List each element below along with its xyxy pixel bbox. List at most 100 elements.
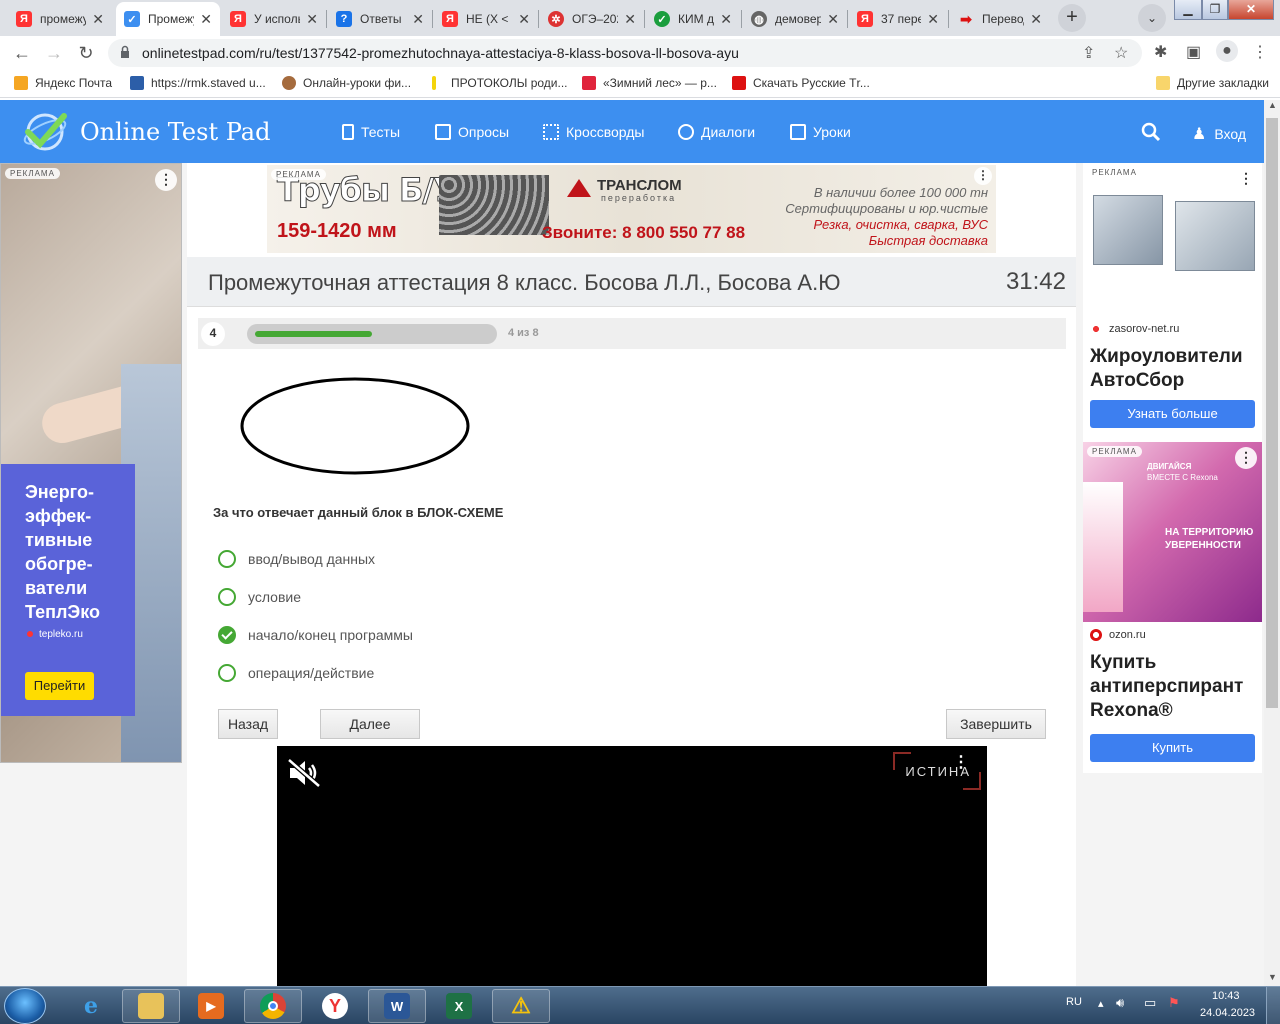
mute-icon[interactable] bbox=[287, 758, 321, 788]
ad-title[interactable]: Жироуловители АвтоСбор bbox=[1090, 345, 1260, 393]
ad-menu-icon[interactable]: ⋮ bbox=[155, 169, 177, 191]
next-button[interactable]: Далее bbox=[320, 709, 420, 739]
new-tab-button[interactable]: + bbox=[1058, 4, 1086, 32]
top-banner-ad[interactable]: Трубы Б/У ТРАНСЛОМ переработка 159-1420 … bbox=[267, 165, 996, 253]
close-icon[interactable]: ✕ bbox=[92, 11, 104, 28]
ad-go-button[interactable]: Перейти bbox=[25, 672, 94, 700]
tab-5[interactable]: Я НЕ (Х < ✕ bbox=[434, 2, 538, 36]
taskbar-warning[interactable]: ⚠ bbox=[492, 989, 550, 1023]
scroll-up-icon[interactable]: ▲ bbox=[1268, 100, 1277, 110]
close-icon[interactable]: ✕ bbox=[412, 11, 424, 28]
close-icon[interactable]: ✕ bbox=[306, 11, 318, 28]
nav-polls[interactable]: Опросы bbox=[435, 124, 509, 140]
buy-button[interactable]: Купить bbox=[1090, 734, 1255, 762]
bookmark-6[interactable]: Скачать Русские Тr... bbox=[732, 76, 870, 90]
clock-date[interactable]: 24.04.2023 bbox=[1200, 1007, 1255, 1019]
rexona-ad-image[interactable]: ДВИГАЙСЯ ВМЕСТЕ С Rexona НА ТЕРРИТОРИЮ У… bbox=[1083, 442, 1262, 622]
back-button[interactable]: Назад bbox=[218, 709, 278, 739]
video-menu-icon[interactable]: ⋮ bbox=[953, 752, 969, 772]
taskbar-chrome[interactable] bbox=[244, 989, 302, 1023]
site-logo-text[interactable]: Online Test Pad bbox=[80, 118, 270, 146]
finish-button[interactable]: Завершить bbox=[946, 709, 1046, 739]
extensions-icon[interactable]: ✱ bbox=[1154, 42, 1167, 62]
tab-7[interactable]: ✓ КИМ для✕ bbox=[646, 2, 740, 36]
tab-search-button[interactable]: ⌄ bbox=[1138, 4, 1166, 32]
close-icon[interactable]: ✕ bbox=[927, 11, 939, 28]
forward-arrow-icon[interactable]: → bbox=[42, 42, 66, 66]
search-icon[interactable] bbox=[1141, 122, 1161, 142]
taskbar-media[interactable]: ▶ bbox=[182, 989, 240, 1023]
ad-menu-icon[interactable]: ⋮ bbox=[974, 167, 992, 185]
tab-1[interactable]: Я промежуточная✕ bbox=[8, 2, 112, 36]
answer-option-2[interactable]: условие bbox=[218, 588, 301, 606]
minimize-button[interactable]: ▁ bbox=[1174, 0, 1202, 20]
bookmark-5[interactable]: «Зимний лес» — р... bbox=[582, 76, 717, 90]
taskbar-word[interactable]: W bbox=[368, 989, 426, 1023]
other-bookmarks[interactable]: Другие закладки bbox=[1156, 76, 1269, 90]
start-button[interactable] bbox=[4, 988, 46, 1024]
maximize-button[interactable]: ❐ bbox=[1202, 0, 1228, 20]
ad-product-image[interactable]: РЕКЛАМА ⋮ bbox=[1083, 163, 1262, 313]
close-icon[interactable]: ✕ bbox=[720, 11, 732, 28]
star-icon[interactable]: ☆ bbox=[1114, 43, 1128, 63]
volume-icon[interactable]: 🔊︎ bbox=[1116, 995, 1124, 1011]
ad-menu-icon[interactable]: ⋮ bbox=[1235, 447, 1257, 469]
tab-3[interactable]: Я У использ✕ bbox=[222, 2, 326, 36]
close-window-button[interactable]: ✕ bbox=[1228, 0, 1274, 20]
radio-button[interactable] bbox=[218, 550, 236, 568]
profile-icon[interactable]: ● bbox=[1216, 40, 1238, 62]
ad-menu-icon[interactable]: ⋮ bbox=[1235, 168, 1257, 190]
scrollbar-thumb[interactable] bbox=[1266, 118, 1278, 708]
menu-icon[interactable]: ⋮ bbox=[1252, 42, 1268, 62]
scroll-down-icon[interactable]: ▼ bbox=[1268, 972, 1277, 982]
bookmark-2[interactable]: https://rmk.staved u... bbox=[130, 76, 266, 90]
bookmark-4[interactable]: ПРОТОКОЛЫ роди... bbox=[432, 76, 568, 90]
close-icon[interactable]: ✕ bbox=[518, 11, 530, 28]
taskbar-excel[interactable]: X bbox=[430, 989, 488, 1023]
tab-9[interactable]: Я 37 перевод✕ bbox=[849, 2, 947, 36]
answer-option-3[interactable]: начало/конец программы bbox=[218, 626, 413, 644]
radio-button[interactable] bbox=[218, 588, 236, 606]
close-icon[interactable]: ✕ bbox=[200, 11, 212, 28]
video-ad[interactable]: ИСТИНА ⋮ bbox=[277, 746, 987, 986]
radio-button[interactable] bbox=[218, 626, 236, 644]
tab-2-active[interactable]: ✓ Промежуточная✕ bbox=[116, 2, 220, 36]
bookmark-3[interactable]: Онлайн-уроки фи... bbox=[282, 76, 411, 90]
taskbar-explorer[interactable] bbox=[122, 989, 180, 1023]
share-icon[interactable]: ⇪ bbox=[1082, 43, 1095, 63]
answer-option-1[interactable]: ввод/вывод данных bbox=[218, 550, 375, 568]
answer-option-4[interactable]: операция/действие bbox=[218, 664, 374, 682]
language-indicator[interactable]: RU bbox=[1066, 996, 1082, 1008]
left-ad[interactable]: Энерго-эффек-тивные обогре-ватели ТеплЭк… bbox=[0, 163, 182, 763]
flag-icon[interactable]: ⚑ bbox=[1168, 995, 1180, 1011]
bookmark-1[interactable]: Яндекс Почта bbox=[14, 76, 112, 90]
nav-crosswords[interactable]: Кроссворды bbox=[543, 124, 645, 140]
nav-lessons[interactable]: Уроки bbox=[790, 124, 851, 140]
show-desktop-button[interactable] bbox=[1266, 987, 1280, 1024]
radio-button[interactable] bbox=[218, 664, 236, 682]
learn-more-button[interactable]: Узнать больше bbox=[1090, 400, 1255, 428]
clock-time[interactable]: 10:43 bbox=[1212, 990, 1240, 1002]
tab-4[interactable]: ? Ответы ✕ bbox=[328, 2, 432, 36]
nav-tests[interactable]: Тесты bbox=[342, 124, 400, 140]
taskbar-yandex[interactable]: Y bbox=[306, 989, 364, 1023]
vertical-scrollbar[interactable]: ▲ ▼ bbox=[1264, 100, 1280, 986]
back-arrow-icon[interactable]: ← bbox=[10, 42, 34, 66]
nav-dialogs[interactable]: Диалоги bbox=[678, 124, 755, 140]
tray-expand-icon[interactable]: ▴ bbox=[1098, 997, 1104, 1010]
close-icon[interactable]: ✕ bbox=[1030, 11, 1042, 28]
tab-10[interactable]: ➡ Перевод✕ bbox=[950, 2, 1050, 36]
login-link[interactable]: ♟ Вход bbox=[1192, 124, 1246, 144]
tab-8[interactable]: ◍ демоверсия✕ bbox=[743, 2, 847, 36]
reload-icon[interactable]: ↻ bbox=[74, 42, 98, 66]
sidepanel-icon[interactable]: ▣ bbox=[1186, 42, 1201, 62]
ad-site[interactable]: ozon.ru bbox=[1090, 629, 1146, 641]
ad-site[interactable]: zasorov-net.ru bbox=[1090, 323, 1179, 335]
address-bar[interactable]: onlinetestpad.com/ru/test/1377542-promez… bbox=[108, 39, 1142, 67]
close-icon[interactable]: ✕ bbox=[827, 11, 839, 28]
close-icon[interactable]: ✕ bbox=[624, 11, 636, 28]
onlinetestpad-logo-icon[interactable] bbox=[20, 110, 70, 154]
tab-6[interactable]: ✲ ОГЭ–2023✕ bbox=[540, 2, 644, 36]
ad-title[interactable]: Купить антиперспирант Rexona® bbox=[1090, 651, 1260, 723]
taskbar-ie[interactable]: e bbox=[62, 989, 120, 1023]
